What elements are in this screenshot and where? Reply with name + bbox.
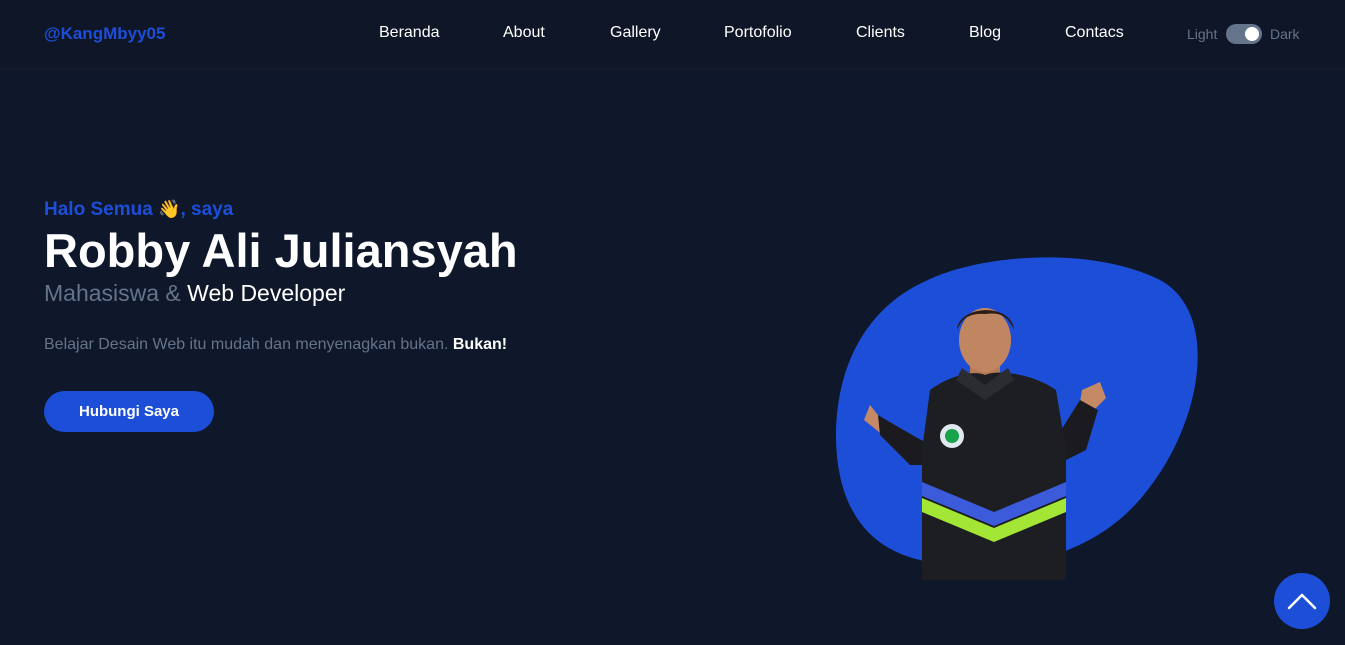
nav-link-gallery[interactable]: Gallery bbox=[610, 24, 661, 42]
nav-link-about[interactable]: About bbox=[503, 24, 545, 42]
tagline-emphasis: Bukan! bbox=[452, 336, 508, 353]
nav-link-blog[interactable]: Blog bbox=[969, 24, 1001, 42]
nav-link-clients[interactable]: Clients bbox=[856, 24, 905, 42]
nav-link-contacs[interactable]: Contacs bbox=[1065, 24, 1124, 42]
back-to-top-button[interactable] bbox=[1274, 573, 1330, 629]
chevron-up-icon bbox=[1287, 593, 1317, 610]
theme-dark-label: Dark bbox=[1270, 26, 1300, 42]
hero-tagline: Belajar Desain Web itu mudah dan menyena… bbox=[44, 335, 664, 355]
hero-greeting: Halo Semua 👋, saya bbox=[44, 196, 664, 223]
waving-hand-icon: 👋 bbox=[158, 199, 181, 219]
role-highlight: Web Developer bbox=[187, 280, 346, 306]
nav-link-portofolio[interactable]: Portofolio bbox=[724, 24, 792, 42]
switch-knob bbox=[1245, 27, 1259, 41]
hero-image bbox=[830, 250, 1210, 580]
hero-role: Mahasiswa & Web Developer bbox=[44, 279, 664, 307]
hero-section: Halo Semua 👋, saya Robby Ali Juliansyah … bbox=[44, 196, 664, 432]
navbar: @KangMbyy05 Beranda About Gallery Portof… bbox=[0, 0, 1345, 68]
greeting-suffix: , saya bbox=[180, 199, 234, 220]
greeting-text: Halo Semua bbox=[44, 199, 153, 220]
profile-illustration bbox=[835, 257, 1198, 580]
nav-link-beranda[interactable]: Beranda bbox=[379, 24, 440, 42]
theme-light-label: Light bbox=[1187, 26, 1218, 42]
tagline-text: Belajar Desain Web itu mudah dan menyena… bbox=[44, 336, 449, 353]
contact-me-button[interactable]: Hubungi Saya bbox=[44, 391, 214, 432]
brand-logo-link[interactable]: @KangMbyy05 bbox=[44, 24, 165, 44]
role-prefix: Mahasiswa & bbox=[44, 280, 181, 306]
hero-name: Robby Ali Juliansyah bbox=[44, 224, 518, 277]
dark-mode-switch[interactable] bbox=[1226, 24, 1262, 44]
